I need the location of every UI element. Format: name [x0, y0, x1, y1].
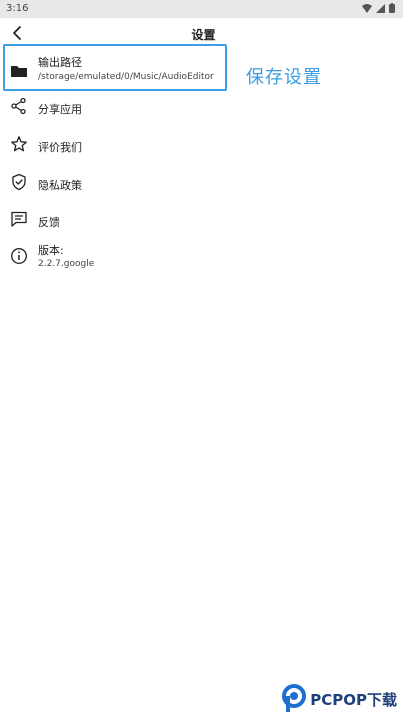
watermark-text: PCPOP下载 [310, 690, 397, 709]
wifi-icon [362, 3, 372, 13]
battery-icon [389, 3, 395, 13]
privacy-label: 隐私政策 [38, 179, 82, 192]
message-icon [11, 211, 27, 227]
pcpop-logo-icon [282, 684, 307, 712]
signal-icon [376, 3, 385, 13]
settings-item-rate[interactable]: 评价我们 [0, 133, 403, 165]
version-value: 2.2.7.google [38, 259, 95, 269]
info-icon [11, 248, 27, 264]
status-time: 3:16 [6, 3, 29, 14]
settings-item-feedback[interactable]: 反馈 [0, 208, 403, 240]
settings-item-privacy[interactable]: 隐私政策 [0, 171, 403, 203]
status-bar: 3:16 [0, 0, 403, 18]
page-title: 设置 [191, 28, 216, 42]
shield-check-icon [12, 173, 26, 191]
version-label: 版本: [38, 244, 64, 257]
watermark: PCPOP下载 [281, 684, 397, 714]
callout-text: 保存设置 [246, 67, 322, 88]
share-icon [11, 97, 26, 115]
rate-label: 评价我们 [38, 141, 82, 154]
share-label: 分享应用 [38, 103, 82, 116]
settings-item-share[interactable]: 分享应用 [0, 95, 403, 127]
feedback-label: 反馈 [38, 216, 60, 229]
highlight-box [3, 44, 227, 91]
status-icons [362, 3, 395, 13]
star-icon [11, 136, 27, 152]
settings-item-version[interactable]: 版本: 2.2.7.google [0, 240, 403, 276]
